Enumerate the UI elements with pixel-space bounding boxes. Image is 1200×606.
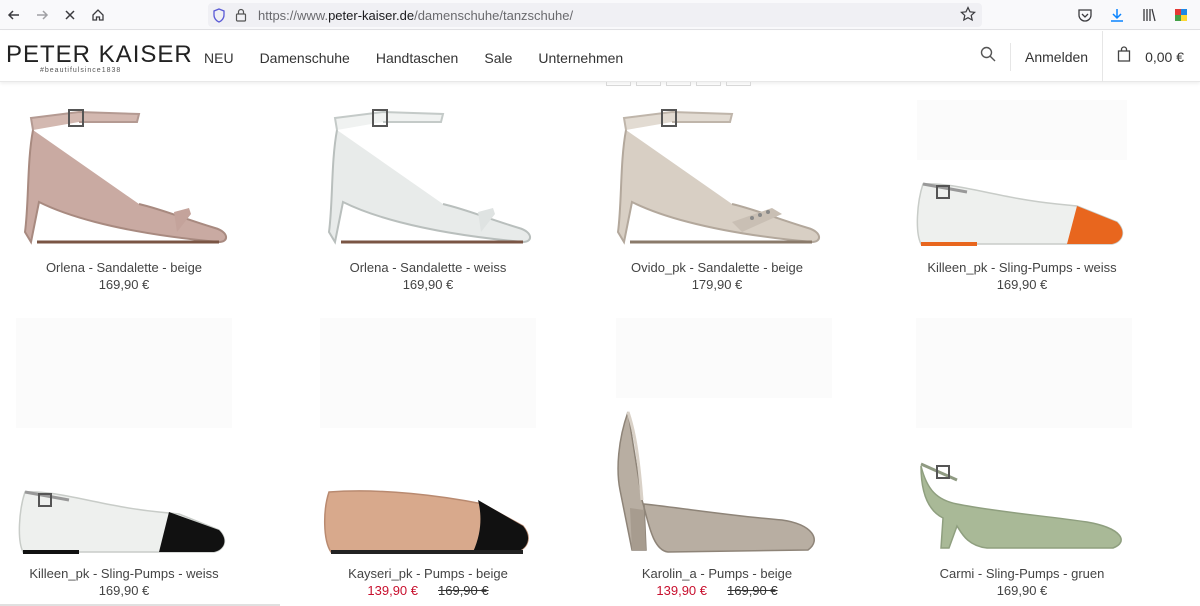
product-image[interactable] — [877, 92, 1167, 252]
logo-tagline: #beautifulsince1838 — [40, 67, 122, 74]
product-image[interactable] — [283, 400, 573, 560]
back-button[interactable] — [0, 1, 28, 29]
tracking-protection-icon[interactable] — [208, 7, 230, 23]
url-prefix: https://www. — [258, 7, 329, 23]
slider-dot[interactable] — [606, 82, 631, 86]
product-price: 169,90 € — [996, 277, 1048, 292]
brand-logo[interactable]: PETER KAISER #beautifulsince1838 — [6, 41, 193, 75]
product-image[interactable] — [877, 400, 1167, 560]
url-bar[interactable]: https://www.peter-kaiser.de/damenschuhe/… — [208, 3, 982, 27]
original-price: 169,90 € — [438, 583, 489, 598]
product-image[interactable] — [572, 92, 862, 252]
url-host: peter-kaiser.de — [328, 7, 415, 23]
product-name[interactable]: Killeen_pk - Sling-Pumps - weiss — [877, 260, 1167, 275]
product-price: 169,90 € — [996, 583, 1048, 598]
extension-icon[interactable] — [1170, 4, 1192, 26]
main-navigation: NEU Damenschuhe Handtaschen Sale Unterne… — [204, 50, 649, 66]
logo-wordmark: PETER KAISER — [6, 41, 193, 68]
sale-price: 139,90 € — [367, 583, 418, 598]
shopping-bag-icon — [1117, 46, 1131, 67]
product-price-line: 139,90 € 169,90 € — [572, 583, 862, 598]
slider-dot[interactable] — [666, 82, 691, 86]
bookmark-star-icon[interactable] — [960, 6, 976, 25]
pocket-icon[interactable] — [1074, 4, 1096, 26]
product-name[interactable]: Kayseri_pk - Pumps - beige — [283, 566, 573, 581]
product-name[interactable]: Orlena - Sandalette - weiss — [283, 260, 573, 275]
nav-item-sale[interactable]: Sale — [484, 50, 512, 66]
login-link[interactable]: Anmelden — [1025, 49, 1088, 65]
original-price: 169,90 € — [727, 583, 778, 598]
search-icon — [980, 46, 996, 67]
image-placeholder — [616, 318, 832, 398]
cart-button[interactable]: 0,00 € — [1102, 31, 1200, 82]
nav-item-handtaschen[interactable]: Handtaschen — [376, 50, 459, 66]
product-name[interactable]: Orlena - Sandalette - beige — [0, 260, 269, 275]
product-name[interactable]: Ovido_pk - Sandalette - beige — [572, 260, 862, 275]
library-icon[interactable] — [1138, 4, 1160, 26]
slider-dot[interactable] — [696, 82, 721, 86]
slider-dot[interactable] — [636, 82, 661, 86]
search-button[interactable] — [970, 39, 1006, 75]
forward-button[interactable] — [28, 1, 56, 29]
product-image[interactable] — [283, 92, 573, 252]
product-price: 169,90 € — [98, 277, 150, 292]
slider-indicator — [606, 82, 751, 86]
home-button[interactable] — [84, 1, 112, 29]
slider-dot[interactable] — [726, 82, 751, 86]
lock-icon[interactable] — [230, 8, 252, 22]
url-path: /damenschuhe/tanzschuhe/ — [414, 7, 574, 23]
product-image[interactable] — [0, 400, 269, 560]
product-name[interactable]: Killeen_pk - Sling-Pumps - weiss — [0, 566, 269, 581]
stop-loading-button[interactable] — [56, 1, 84, 29]
nav-item-unternehmen[interactable]: Unternehmen — [538, 50, 623, 66]
sale-price: 139,90 € — [656, 583, 707, 598]
product-name[interactable]: Carmi - Sling-Pumps - gruen — [877, 566, 1167, 581]
downloads-icon[interactable] — [1106, 4, 1128, 26]
product-image[interactable] — [0, 92, 269, 252]
cart-amount: 0,00 € — [1145, 48, 1184, 65]
product-price: 169,90 € — [98, 583, 150, 598]
product-name[interactable]: Karolin_a - Pumps - beige — [572, 566, 862, 581]
url-text: https://www.peter-kaiser.de/damenschuhe/… — [258, 8, 573, 23]
browser-toolbar: https://www.peter-kaiser.de/damenschuhe/… — [0, 0, 1200, 30]
nav-item-damenschuhe[interactable]: Damenschuhe — [260, 50, 350, 66]
site-header: PETER KAISER #beautifulsince1838 NEU Dam… — [0, 31, 1200, 82]
header-divider — [1010, 42, 1012, 71]
product-price: 179,90 € — [691, 277, 743, 292]
product-price-line: 139,90 € 169,90 € — [283, 583, 573, 598]
product-price: 169,90 € — [402, 277, 454, 292]
product-image[interactable] — [572, 400, 862, 560]
nav-item-neu[interactable]: NEU — [204, 50, 234, 66]
